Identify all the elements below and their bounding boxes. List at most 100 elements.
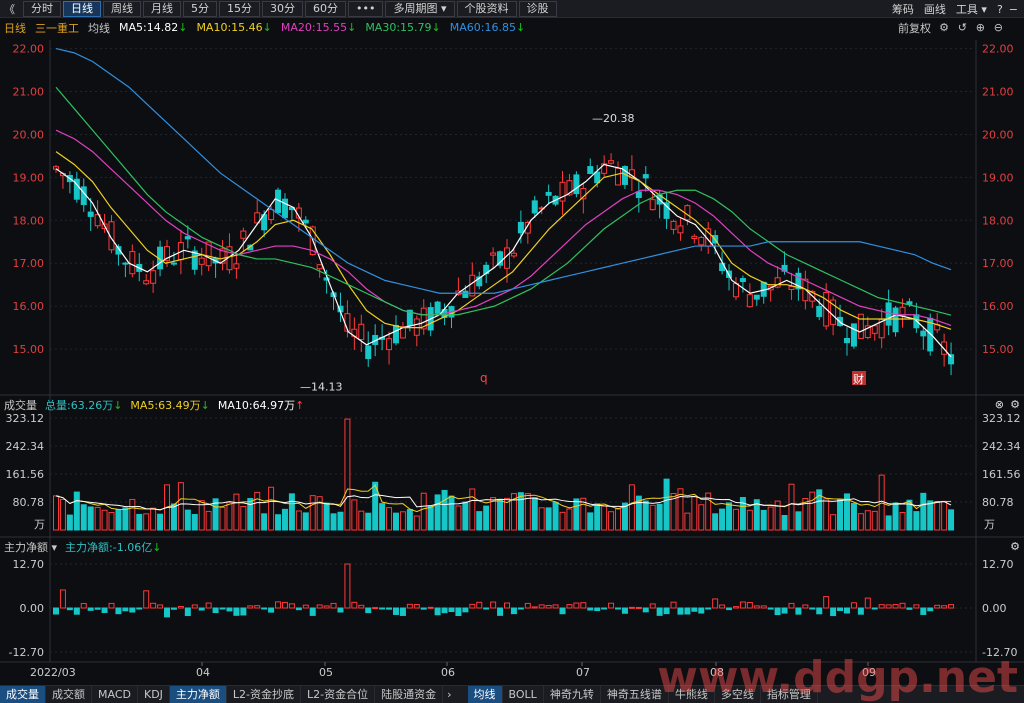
flow-bar bbox=[566, 604, 573, 609]
volume-bar bbox=[476, 511, 483, 531]
candle-body bbox=[531, 200, 538, 214]
flow-bar bbox=[399, 607, 406, 616]
volume-title[interactable]: 成交量 bbox=[4, 397, 37, 413]
volume-ma10: MA10:64.97万↑ bbox=[217, 399, 305, 412]
candle-body bbox=[233, 263, 240, 269]
candle-body bbox=[642, 174, 649, 179]
flow-bar bbox=[948, 604, 955, 609]
flow-bar bbox=[198, 607, 205, 611]
close-panel-icon[interactable]: ⊗ bbox=[995, 398, 1004, 411]
volume-unit-left: 万 bbox=[34, 518, 45, 531]
flow-bar bbox=[927, 607, 934, 612]
ma-line-ma30 bbox=[55, 86, 952, 316]
volume-bar bbox=[365, 512, 372, 531]
indicator-tab[interactable]: MACD bbox=[92, 685, 138, 703]
candle-body bbox=[850, 323, 857, 347]
overlay-tab[interactable]: BOLL bbox=[503, 685, 544, 703]
candle-body bbox=[510, 252, 517, 257]
flow-bar bbox=[247, 605, 254, 609]
flow-bar bbox=[177, 605, 184, 609]
candle-body bbox=[615, 167, 622, 186]
volume-bar bbox=[788, 483, 795, 531]
chevron-right-icon[interactable]: › bbox=[443, 688, 455, 701]
candle-body bbox=[517, 221, 524, 234]
volume-bar bbox=[746, 509, 753, 531]
flow-bar bbox=[268, 607, 275, 613]
candle-body bbox=[608, 160, 615, 164]
volume-tick-left: 323.12 bbox=[6, 412, 45, 425]
overlay-tab[interactable]: 神奇五线谱 bbox=[601, 685, 669, 703]
indicator-tab[interactable]: 陆股通资金 bbox=[375, 685, 444, 703]
flow-bar bbox=[101, 607, 108, 613]
volume-tick-right: 323.12 bbox=[982, 412, 1021, 425]
indicator-tab[interactable]: L2-资金抄底 bbox=[227, 685, 302, 703]
overlay-tab[interactable]: 多空线 bbox=[715, 685, 761, 703]
indicator-tab[interactable]: L2-资金合位 bbox=[301, 685, 376, 703]
price-tick-left: 18.00 bbox=[13, 214, 45, 227]
volume-tick-left: 80.78 bbox=[13, 496, 45, 509]
indicator-tab[interactable]: 成交额 bbox=[46, 685, 92, 703]
flow-bar bbox=[746, 601, 753, 609]
flow-bar bbox=[420, 607, 427, 610]
flow-bar bbox=[490, 601, 497, 609]
volume-bar bbox=[295, 510, 302, 531]
flow-bar bbox=[920, 607, 927, 615]
overlay-tab[interactable]: 神奇九转 bbox=[544, 685, 601, 703]
volume-bar bbox=[719, 508, 726, 531]
volume-bar bbox=[608, 511, 615, 531]
volume-bar bbox=[288, 493, 295, 531]
flow-bar bbox=[108, 602, 115, 609]
settings-icon[interactable]: ⚙ bbox=[1010, 398, 1020, 411]
ma-line-ma5 bbox=[55, 163, 952, 358]
flow-value: 主力净额:-1.06亿↓ bbox=[65, 541, 162, 554]
kline-chart[interactable]: 22.00 22.00 21.00 21.00 20.00 20.00 19.00 19.00… bbox=[0, 0, 1024, 703]
volume-bar bbox=[399, 511, 406, 531]
flow-bar bbox=[254, 605, 261, 609]
volume-bar bbox=[913, 511, 920, 531]
volume-bar bbox=[59, 498, 66, 531]
flow-bar bbox=[892, 604, 899, 609]
flow-bar bbox=[261, 607, 268, 610]
indicator-tab[interactable]: 主力净额 bbox=[169, 685, 227, 703]
candle-body bbox=[53, 166, 59, 170]
volume-bar bbox=[767, 506, 774, 531]
volume-bar bbox=[351, 499, 358, 531]
settings-icon[interactable]: ⚙ bbox=[1010, 540, 1020, 553]
volume-bar bbox=[469, 488, 476, 531]
candle-body bbox=[892, 307, 899, 333]
volume-bar bbox=[684, 512, 691, 531]
candle-body bbox=[170, 262, 177, 265]
flow-bar bbox=[288, 603, 295, 609]
candle-body bbox=[670, 220, 677, 230]
flow-bar bbox=[774, 607, 781, 616]
flow-bar bbox=[864, 597, 871, 609]
indicator-tab[interactable]: KDJ bbox=[138, 685, 170, 703]
price-tick-left: 22.00 bbox=[13, 43, 45, 56]
overlay-tab[interactable]: 指标管理 bbox=[761, 685, 818, 703]
candle-body bbox=[920, 330, 927, 337]
volume-bar bbox=[871, 510, 878, 531]
low-label: —14.13 bbox=[300, 380, 343, 393]
flow-bar bbox=[469, 603, 476, 609]
flow-bar bbox=[802, 604, 809, 609]
volume-bar bbox=[122, 507, 129, 531]
volume-bar bbox=[892, 502, 899, 531]
volume-bar bbox=[483, 505, 490, 531]
candle-body bbox=[358, 323, 365, 341]
flow-bar bbox=[441, 607, 448, 614]
indicator-tabs-right: 均线 BOLL 神奇九转 神奇五线谱 牛熊线 多空线 指标管理 bbox=[467, 685, 818, 703]
overlay-tab[interactable]: 牛熊线 bbox=[669, 685, 715, 703]
candle-body bbox=[122, 262, 129, 265]
price-tick-left: 19.00 bbox=[13, 171, 45, 184]
volume-bar bbox=[240, 506, 247, 531]
flow-bar bbox=[837, 607, 844, 612]
overlay-tab[interactable]: 均线 bbox=[467, 685, 503, 703]
flow-bar bbox=[732, 606, 739, 609]
volume-bar bbox=[247, 498, 254, 531]
volume-bar bbox=[795, 511, 802, 531]
bottom-indicator-tabs: 成交量 成交额 MACD KDJ 主力净额 L2-资金抄底 L2-资金合位 陆股通资金 › 均… bbox=[0, 685, 1024, 703]
flow-title[interactable]: 主力净额 ▾ bbox=[4, 539, 57, 555]
indicator-tab[interactable]: 成交量 bbox=[0, 685, 46, 703]
candle-body bbox=[587, 166, 594, 174]
volume-bar bbox=[642, 500, 649, 531]
